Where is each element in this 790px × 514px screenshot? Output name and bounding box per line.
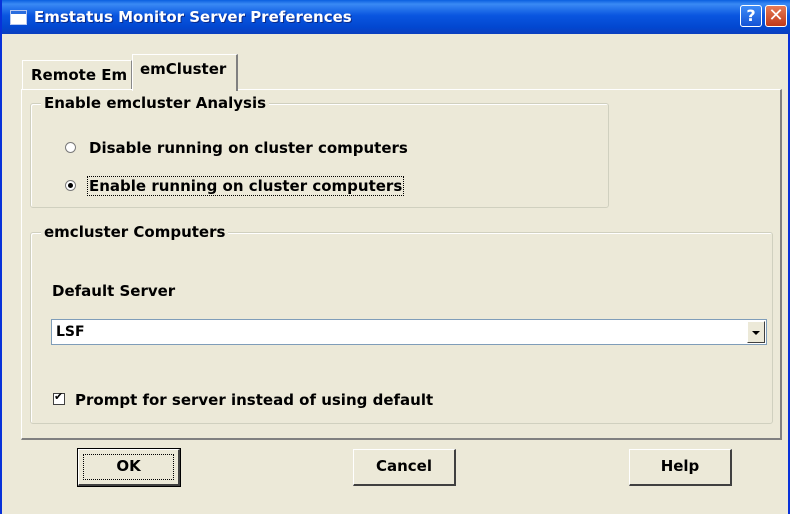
cancel-button[interactable]: Cancel [353, 449, 456, 486]
preferences-dialog: Emstatus Monitor Server Preferences ? ✕ … [0, 0, 790, 514]
default-server-value: LSF [56, 324, 85, 340]
close-button[interactable]: ✕ [765, 5, 787, 27]
window-title: Emstatus Monitor Server Preferences [34, 8, 352, 26]
enable-cluster-label[interactable]: Enable running on cluster computers [87, 176, 405, 196]
disable-cluster-label[interactable]: Disable running on cluster computers [89, 139, 408, 157]
tab-remote-em[interactable]: Remote Em [22, 60, 132, 89]
help-title-button[interactable]: ? [740, 5, 762, 27]
enable-cluster-radio[interactable] [65, 180, 76, 191]
title-bar[interactable]: Emstatus Monitor Server Preferences ? ✕ [2, 0, 790, 34]
focus-rect [83, 454, 174, 480]
default-server-label: Default Server [52, 282, 176, 300]
prompt-server-label[interactable]: Prompt for server instead of using defau… [75, 391, 433, 409]
help-button[interactable]: Help [629, 449, 732, 486]
ok-button[interactable]: OK [77, 448, 181, 487]
disable-cluster-radio[interactable] [65, 142, 76, 153]
prompt-server-checkbox[interactable] [53, 390, 65, 405]
default-server-select[interactable]: LSF [51, 319, 767, 345]
analysis-group-title: Enable emcluster Analysis [41, 94, 270, 112]
computers-group-title: emcluster Computers [41, 223, 229, 241]
app-window-icon [10, 10, 27, 25]
tab-emcluster[interactable]: emCluster [132, 54, 238, 91]
chevron-down-icon[interactable] [747, 321, 765, 343]
